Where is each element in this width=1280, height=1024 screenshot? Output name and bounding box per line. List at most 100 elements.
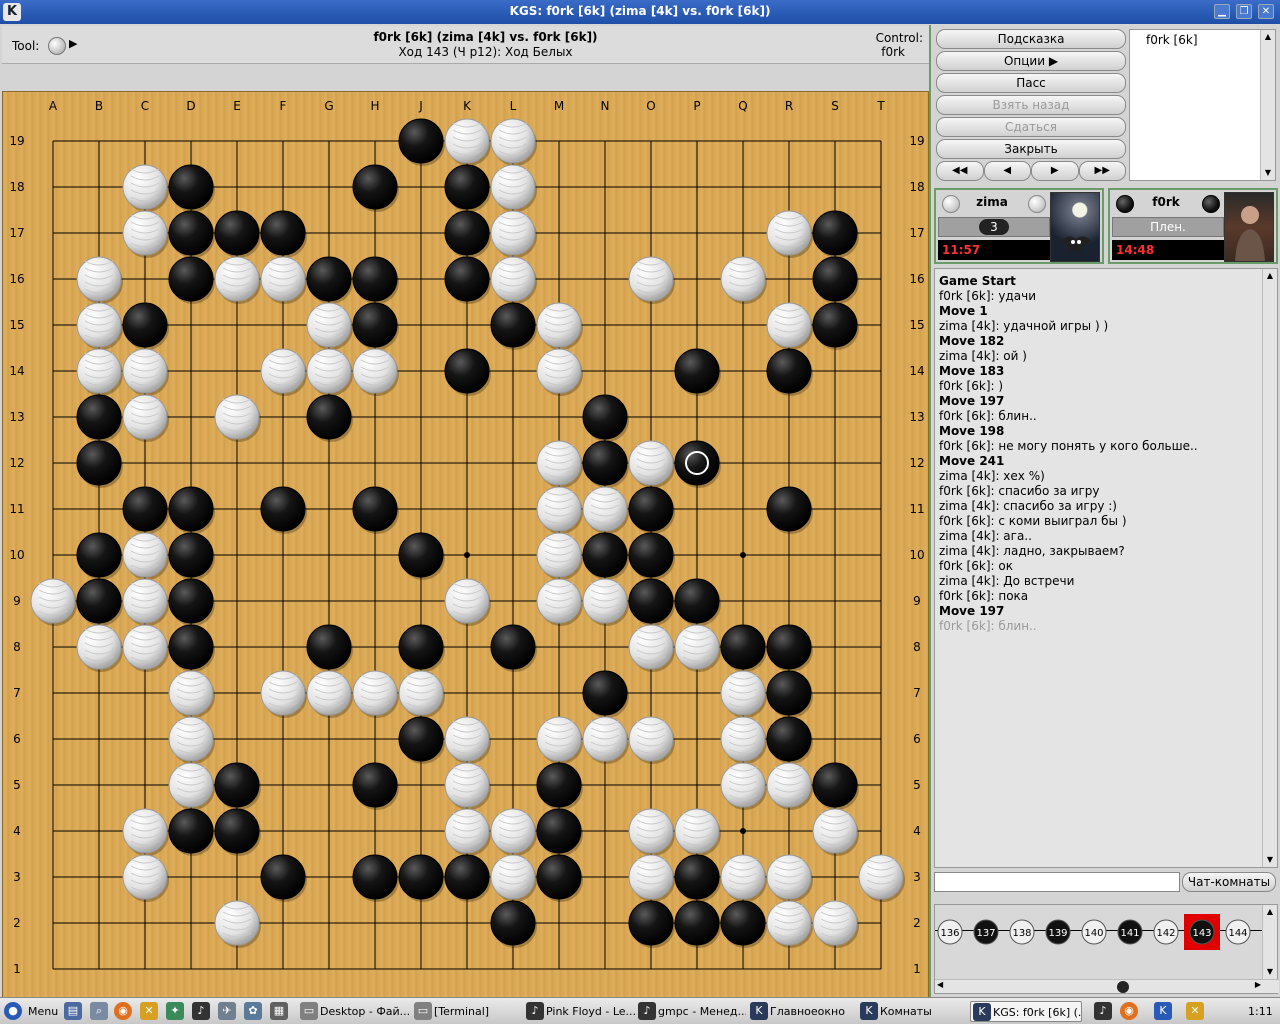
white-stone [214,900,261,948]
rewind-start-icon[interactable]: ◀◀ [936,161,984,181]
search-icon[interactable]: ⌕ [90,1002,108,1020]
black-stone [628,486,675,534]
task-pink-floyd[interactable]: Pink Floyd - Le... [546,1001,636,1022]
move-tree-hscroll[interactable]: ◀ ▶ [935,979,1279,993]
black-stone [168,578,215,626]
move-node[interactable]: 143 [1184,914,1220,950]
move-tree-vscroll[interactable]: ▲ ▼ [1262,905,1277,979]
kgs-tray-icon[interactable]: K [1154,1002,1172,1020]
scroll-up-icon[interactable]: ▲ [1264,270,1276,282]
game-title: f0rk [6k] (zima [4k] vs. f0rk [6k]) [373,30,598,44]
firefox-tray-icon[interactable]: ◉ [1120,1002,1138,1020]
task-main-window[interactable]: Главноеокно [770,1001,858,1022]
resign-button[interactable]: Сдаться [936,117,1126,137]
black-clock: 14:48 [1112,240,1224,260]
move-node[interactable]: 138 [1009,919,1035,945]
close-icon[interactable]: ✕ [1258,4,1274,19]
pidgin-icon[interactable]: ✦ [166,1002,184,1020]
scroll-right-icon[interactable]: ▶ [1255,980,1261,989]
move-tree[interactable]: 136 137 138 139 140 141 142 143 144 ▲ ▼ ◀ ▶ [934,904,1279,994]
minimize-icon[interactable]: ▁ [1214,4,1230,19]
white-stone [122,210,169,258]
user-list[interactable]: f0rk [6k] ▲ ▼ [1129,29,1276,181]
black-stone [490,624,537,672]
black-stone [398,118,445,166]
move-node[interactable]: 142 [1153,919,1179,945]
coordinate-label: 8 [13,640,21,654]
menu-icon[interactable]: ● [4,1002,22,1020]
chat-line: f0rk [6k]: ) [939,379,1004,393]
white-stone [444,716,491,764]
control-label: Control: [875,31,923,45]
task-terminal[interactable]: [Terminal] [434,1001,522,1022]
music-icon[interactable]: ♪ [192,1002,210,1020]
white-stone-icon [1028,195,1046,213]
network-icon[interactable]: ✿ [244,1002,262,1020]
task-desktop[interactable]: Desktop - Фай... [320,1001,412,1022]
black-stone [490,302,537,350]
tool-stone-icon[interactable] [48,37,66,55]
white-captures: 3 [979,219,1009,235]
firefox-icon[interactable]: ◉ [114,1002,132,1020]
terminal-task-icon: ▭ [414,1002,432,1020]
task-gmpc[interactable]: gmpc - Менед... [658,1001,746,1022]
user-list-item[interactable]: f0rk [6k] [1146,33,1198,47]
move-node[interactable]: 139 [1045,919,1071,945]
step-forward-icon[interactable]: ▶ [1031,161,1079,181]
white-stone [306,302,353,350]
scroll-down-icon[interactable]: ▼ [1264,854,1276,866]
black-stone [628,532,675,580]
scroll-down-icon[interactable]: ▼ [1262,167,1274,179]
coordinate-label: 7 [13,686,21,700]
calculator-icon[interactable]: ▦ [270,1002,288,1020]
scroll-left-icon[interactable]: ◀ [937,980,943,989]
maximize-icon[interactable]: ❐ [1236,4,1252,19]
forward-end-icon[interactable]: ▶▶ [1078,161,1126,181]
bird-icon[interactable]: ✈ [218,1002,236,1020]
move-node[interactable]: 137 [973,919,999,945]
undo-button[interactable]: Взять назад [936,95,1126,115]
pass-button[interactable]: Пасс [936,73,1126,93]
move-number: 141 [1120,928,1139,939]
hscroll-thumb[interactable] [1117,981,1129,993]
tools-tray-icon[interactable]: ✕ [1186,1002,1204,1020]
close-button[interactable]: Закрыть [936,139,1126,159]
options-button[interactable]: Опции ▶ [936,51,1126,71]
coordinate-label: 19 [9,134,24,148]
file-manager-icon[interactable]: ▤ [64,1002,82,1020]
user-list-scrollbar[interactable]: ▲ ▼ [1260,30,1275,180]
scroll-up-icon[interactable]: ▲ [1264,906,1276,918]
menu-button[interactable]: Menu [28,1001,58,1022]
hint-button[interactable]: Подсказка [936,29,1126,49]
go-board[interactable]: AABBCCDDEEFFGGHHJJKKLLMMNNOOPPQQRRSSTT19… [2,91,929,1019]
window-titlebar[interactable]: K KGS: f0rk [6k] (zima [4k] vs. f0rk [6k… [0,0,1280,24]
chat-line: zima [4k]: удачной игры ) ) [939,319,1109,333]
chat-line: zima [4k]: ой ) [939,349,1027,363]
chat-log[interactable]: Game Start f0rk [6k]: удачи Move 1 zima [4k… [934,268,1278,868]
move-tree-nodes[interactable]: 136 137 138 139 140 141 142 143 144 [935,907,1265,967]
white-stone [490,256,537,304]
move-node[interactable]: 141 [1117,919,1143,945]
step-back-icon[interactable]: ◀ [983,161,1031,181]
move-node[interactable]: 140 [1081,919,1107,945]
chat-line: Move 1 [939,304,988,318]
chat-input[interactable] [934,872,1180,892]
chat-scrollbar[interactable]: ▲ ▼ [1262,269,1277,867]
move-node[interactable]: 144 [1225,919,1251,945]
task-kgs-game[interactable]: K KGS: f0rk [6k] (... [970,1001,1082,1022]
options-arrow-icon: ▶ [1048,54,1059,68]
go-board-svg[interactable]: AABBCCDDEEFFGGHHJJKKLLMMNNOOPPQQRRSSTT19… [3,92,928,1018]
tools-icon[interactable]: ✕ [140,1002,158,1020]
tool-dropdown-icon[interactable]: ▶ [69,37,77,50]
audio-tray-icon[interactable]: ♪ [1094,1002,1112,1020]
white-player-name[interactable]: zima [960,195,1024,209]
scroll-up-icon[interactable]: ▲ [1262,31,1274,43]
coordinate-label: 11 [9,502,24,516]
task-rooms[interactable]: Комнаты [880,1001,968,1022]
coordinate-label: 10 [9,548,24,562]
move-node[interactable]: 136 [937,919,963,945]
chat-rooms-button[interactable]: Чат-комнаты [1182,872,1276,892]
white-stone [122,578,169,626]
black-player-name[interactable]: f0rk [1134,195,1198,209]
scroll-down-icon[interactable]: ▼ [1264,966,1276,978]
